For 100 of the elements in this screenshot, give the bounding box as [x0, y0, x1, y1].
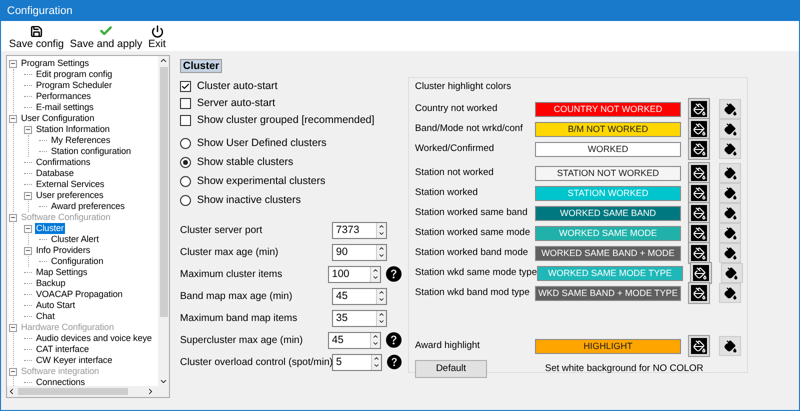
spin-up-icon[interactable]	[378, 223, 385, 230]
checkbox[interactable]	[180, 115, 191, 126]
color-sample: COUNTRY NOT WORKED	[535, 102, 681, 117]
radio-button[interactable]	[180, 176, 191, 187]
number-spinner[interactable]: 45	[332, 288, 387, 304]
tree-item[interactable]: Program Settings	[20, 58, 90, 69]
background-color-button[interactable]	[719, 283, 741, 304]
tree-item[interactable]: Configuration	[50, 256, 104, 267]
radio-button[interactable]	[180, 195, 191, 206]
tree-item[interactable]: Auto Start	[35, 300, 76, 311]
spin-up-icon[interactable]	[372, 267, 380, 274]
tree-item[interactable]: Chat	[35, 311, 56, 322]
tree-item[interactable]: Station configuration	[50, 146, 132, 157]
tree-item[interactable]: Backup	[35, 278, 66, 289]
toolbar-button[interactable]: Save and apply	[70, 24, 142, 51]
tree-item[interactable]: Performances	[35, 91, 92, 102]
background-color-button[interactable]	[719, 183, 741, 204]
text-color-button[interactable]	[689, 223, 709, 244]
checkbox[interactable]	[180, 81, 191, 92]
tree-item[interactable]: Map Settings	[35, 267, 88, 278]
spin-down-icon[interactable]	[372, 340, 380, 347]
radio-button[interactable]	[180, 157, 191, 168]
toolbar-button[interactable]: Save config	[9, 25, 64, 51]
tree-item[interactable]: CW Keyer interface	[35, 355, 114, 366]
tree-item[interactable]: CAT interface	[35, 344, 90, 355]
spin-up-icon[interactable]	[378, 311, 385, 318]
tree-item[interactable]: Cluster Alert	[50, 234, 100, 245]
tree-item[interactable]: Program Scheduler	[35, 80, 113, 91]
toolbar-button[interactable]: Exit	[148, 25, 166, 51]
number-spinner[interactable]: 100	[328, 266, 382, 282]
text-color-button[interactable]	[690, 263, 711, 284]
text-color-button[interactable]	[689, 183, 709, 204]
spin-up-icon[interactable]	[378, 289, 385, 296]
background-color-button[interactable]	[719, 119, 741, 140]
spin-up-icon[interactable]	[372, 333, 380, 340]
tree-item[interactable]: External Services	[35, 179, 106, 190]
spin-down-icon[interactable]	[378, 230, 385, 237]
text-color-button[interactable]	[689, 119, 709, 140]
tree-item[interactable]: Info Providers	[35, 245, 92, 256]
text-color-button[interactable]	[689, 243, 709, 264]
collapse-toggle[interactable]	[24, 192, 32, 200]
tree-item[interactable]: E-mail settings	[35, 102, 95, 113]
tree-item[interactable]: Connections	[35, 377, 86, 386]
spin-down-icon[interactable]	[373, 362, 380, 369]
number-spinner[interactable]: 45	[328, 332, 382, 348]
scroll-up-icon[interactable]	[159, 56, 168, 65]
collapse-toggle[interactable]	[24, 246, 32, 254]
number-spinner[interactable]: 35	[332, 310, 387, 326]
text-color-button[interactable]	[689, 283, 709, 304]
spin-down-icon[interactable]	[378, 318, 385, 325]
background-color-button[interactable]	[719, 203, 741, 224]
background-color-button[interactable]	[719, 99, 741, 120]
scroll-right-icon[interactable]	[146, 387, 155, 396]
background-color-button[interactable]	[719, 336, 741, 356]
tree-item[interactable]: Database	[35, 168, 75, 179]
help-icon[interactable]	[387, 354, 402, 370]
default-button[interactable]: Default	[415, 360, 487, 378]
text-color-button[interactable]	[689, 139, 709, 160]
tree-item[interactable]: Award preferences	[50, 201, 126, 212]
text-color-button[interactable]	[689, 203, 709, 224]
horizontal-scrollbar[interactable]	[7, 386, 169, 397]
help-icon[interactable]	[386, 266, 402, 282]
tree-item[interactable]: Edit program config	[35, 69, 114, 80]
scroll-down-icon[interactable]	[159, 377, 168, 386]
number-spinner[interactable]: 5	[332, 354, 382, 370]
collapse-toggle[interactable]	[24, 224, 32, 232]
spin-up-icon[interactable]	[373, 355, 380, 362]
tree-item[interactable]: Confirmations	[35, 157, 92, 168]
spin-down-icon[interactable]	[372, 274, 380, 281]
spin-down-icon[interactable]	[378, 252, 385, 259]
background-color-button[interactable]	[719, 163, 741, 184]
checkbox[interactable]	[180, 98, 191, 109]
collapse-toggle[interactable]	[9, 214, 17, 222]
number-spinner[interactable]: 7373	[332, 222, 387, 238]
background-color-button[interactable]	[719, 243, 741, 264]
background-color-button[interactable]	[719, 223, 741, 244]
help-icon[interactable]	[386, 332, 402, 348]
background-color-button[interactable]	[719, 139, 741, 160]
vertical-scrollbar[interactable]	[158, 56, 169, 386]
collapse-toggle[interactable]	[9, 324, 17, 332]
tree-item[interactable]: Cluster	[35, 223, 65, 234]
spin-down-icon[interactable]	[378, 296, 385, 303]
scroll-left-icon[interactable]	[7, 387, 16, 396]
tree-item[interactable]: User Configuration	[20, 113, 96, 124]
collapse-toggle[interactable]	[9, 60, 17, 68]
text-color-button[interactable]	[689, 336, 709, 356]
tree-item[interactable]: Audio devices and voice keye	[35, 333, 153, 344]
collapse-toggle[interactable]	[9, 114, 17, 122]
tree-item[interactable]: User preferences	[35, 190, 104, 201]
text-color-button[interactable]	[689, 99, 709, 120]
radio-button[interactable]	[180, 138, 191, 149]
background-color-button[interactable]	[720, 263, 743, 284]
tree-item[interactable]: VOACAP Propagation	[35, 289, 124, 300]
collapse-toggle[interactable]	[24, 126, 32, 134]
tree-item[interactable]: My References	[50, 135, 112, 146]
text-color-button[interactable]	[689, 163, 709, 184]
number-spinner[interactable]: 90	[332, 244, 387, 260]
collapse-toggle[interactable]	[9, 368, 17, 376]
tree-item[interactable]: Station Information	[35, 124, 111, 135]
spin-up-icon[interactable]	[378, 245, 385, 252]
